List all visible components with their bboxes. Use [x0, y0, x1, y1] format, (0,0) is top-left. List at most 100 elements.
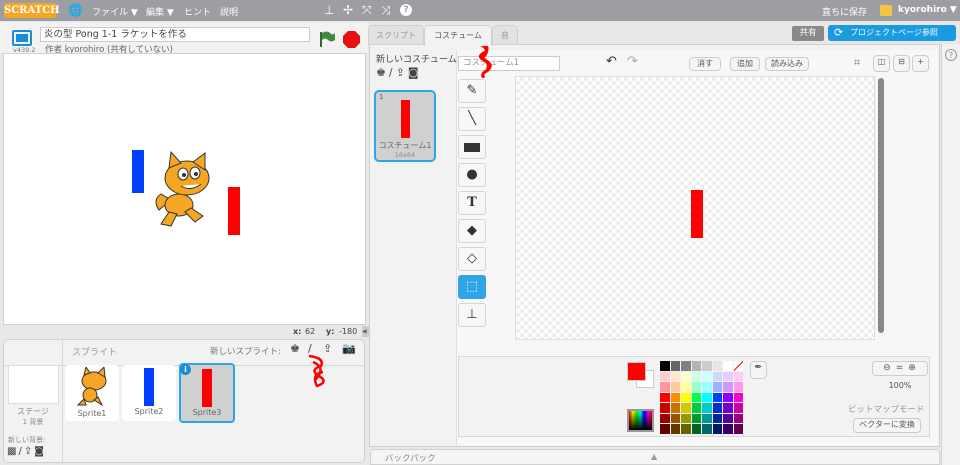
palette-swatch[interactable] [702, 403, 712, 413]
sprite3-paddle[interactable] [228, 187, 240, 235]
palette-swatch[interactable] [670, 424, 680, 434]
grow-icon[interactable]: ⤧ [362, 3, 372, 18]
palette-swatch[interactable] [681, 403, 691, 413]
palette-swatch[interactable] [723, 361, 733, 371]
flip-horizontal-icon[interactable]: ◫ [873, 55, 890, 72]
palette-swatch[interactable] [733, 361, 743, 371]
backdrop-library-icon[interactable]: ▩ [7, 446, 18, 457]
tab-scripts[interactable]: スクリプト [368, 25, 424, 45]
palette-swatch[interactable] [723, 371, 733, 381]
cut-icon[interactable]: ✢ [343, 3, 353, 17]
camera-costume-icon[interactable]: ◙ [408, 66, 422, 79]
sprite-thumb-sprite2[interactable]: Sprite2 [122, 365, 176, 421]
stage[interactable] [3, 53, 366, 325]
save-now-link[interactable]: 直ちに保存 [822, 5, 867, 18]
project-title-input[interactable]: 炎の型 Pong 1-1 ラケットを作る [40, 27, 310, 42]
globe-icon[interactable]: 🌐 [68, 3, 83, 17]
text-icon[interactable]: T [458, 191, 486, 215]
green-flag-icon[interactable] [318, 30, 336, 48]
cat-sprite[interactable] [147, 150, 217, 230]
scratch-logo[interactable]: SCRATCH [4, 3, 60, 18]
user-menu[interactable]: kyorohiro ▼ [898, 5, 957, 15]
palette-swatch[interactable] [712, 424, 722, 434]
sprite-from-library-icon[interactable]: ♚ [290, 342, 300, 355]
palette-swatch[interactable] [681, 361, 691, 371]
set-center-icon[interactable]: + [912, 55, 929, 72]
paint-canvas[interactable] [515, 76, 875, 340]
palette-swatch[interactable] [702, 361, 712, 371]
avatar[interactable] [880, 5, 892, 16]
info-icon[interactable]: i [180, 364, 191, 375]
palette-swatch[interactable] [691, 382, 701, 392]
share-button[interactable]: 共有 [792, 26, 824, 41]
palette-swatch[interactable] [691, 392, 701, 402]
palette-swatch[interactable] [670, 392, 680, 402]
add-button[interactable]: 追加 [730, 57, 760, 71]
palette-swatch[interactable] [660, 361, 670, 371]
brush-icon[interactable]: ✎ [458, 79, 486, 103]
shrink-icon[interactable]: ⤨ [381, 3, 391, 18]
palette-swatch[interactable] [691, 371, 701, 381]
eraser-icon[interactable]: ◇ [458, 247, 486, 271]
palette-swatch[interactable] [712, 371, 722, 381]
palette-swatch[interactable] [660, 371, 670, 381]
upload-backdrop-icon[interactable]: ⇪ [24, 446, 34, 457]
sprite2-paddle[interactable] [132, 150, 144, 193]
palette-swatch[interactable] [660, 382, 670, 392]
palette-swatch[interactable] [733, 413, 743, 423]
camera-sprite-icon[interactable]: 📷 [342, 342, 356, 355]
palette-swatch[interactable] [660, 392, 670, 402]
crop-icon[interactable]: ⌗ [854, 56, 860, 70]
convert-to-vector-button[interactable]: ベクターに変換 [853, 418, 921, 433]
primary-color-swatch[interactable] [627, 362, 646, 381]
tips-help-icon[interactable]: ? [945, 49, 957, 61]
zoom-out-icon[interactable]: ⊖ [883, 363, 896, 373]
backdrop-buttons[interactable]: ▩/⇪◙ [7, 446, 46, 457]
palette-swatch[interactable] [681, 382, 691, 392]
palette-swatch[interactable] [670, 403, 680, 413]
fill-icon[interactable]: ◆ [458, 219, 486, 243]
palette-swatch[interactable] [691, 424, 701, 434]
undo-icon[interactable]: ↶ [606, 54, 617, 69]
palette-swatch[interactable] [712, 392, 722, 402]
palette-swatch[interactable] [733, 392, 743, 402]
palette-swatch[interactable] [681, 424, 691, 434]
menu-about[interactable]: 説明 [220, 5, 238, 18]
eyedropper-icon[interactable]: ✒ [750, 361, 767, 379]
see-project-page-button[interactable]: ⟳ プロジェクトページ参照 [828, 25, 956, 41]
palette-swatch[interactable] [712, 361, 722, 371]
palette-swatch[interactable] [733, 424, 743, 434]
palette-swatch[interactable] [660, 413, 670, 423]
costume-library-icon[interactable]: ♚ [376, 66, 389, 79]
palette-swatch[interactable] [733, 403, 743, 413]
palette-swatch[interactable] [712, 413, 722, 423]
menu-edit[interactable]: 編集 ▼ [146, 5, 174, 18]
palette-swatch[interactable] [702, 413, 712, 423]
import-button[interactable]: 読み込み [765, 57, 809, 71]
sprite-thumb-sprite3[interactable]: i Sprite3 [179, 363, 235, 423]
upload-costume-icon[interactable]: ⇪ [396, 66, 408, 79]
palette-swatch[interactable] [712, 382, 722, 392]
redo-icon[interactable]: ↷ [627, 54, 638, 69]
palette-swatch[interactable] [733, 371, 743, 381]
tab-costumes[interactable]: コスチューム [424, 25, 492, 46]
clear-button[interactable]: 消す [689, 57, 721, 71]
stop-icon[interactable] [343, 31, 360, 48]
help-icon[interactable]: ? [400, 4, 412, 16]
palette-swatch[interactable] [681, 413, 691, 423]
palette-swatch[interactable] [723, 403, 733, 413]
palette-swatch[interactable] [670, 382, 680, 392]
palette-swatch[interactable] [681, 392, 691, 402]
palette-swatch[interactable] [681, 371, 691, 381]
collapse-stage-button[interactable]: ◀ [362, 326, 369, 337]
palette-swatch[interactable] [723, 392, 733, 402]
stamp-icon[interactable]: ⊥ [458, 303, 486, 327]
camera-backdrop-icon[interactable]: ◙ [34, 446, 46, 457]
palette-swatch[interactable] [691, 403, 701, 413]
rectangle-icon[interactable] [458, 135, 486, 159]
palette-swatch[interactable] [702, 382, 712, 392]
menu-tips[interactable]: ヒント [184, 5, 211, 18]
menu-file[interactable]: ファイル ▼ [92, 5, 138, 18]
color-picker-spectrum[interactable] [627, 409, 654, 432]
costume-thumb[interactable]: 1 コスチューム1 16x64 [374, 90, 436, 162]
